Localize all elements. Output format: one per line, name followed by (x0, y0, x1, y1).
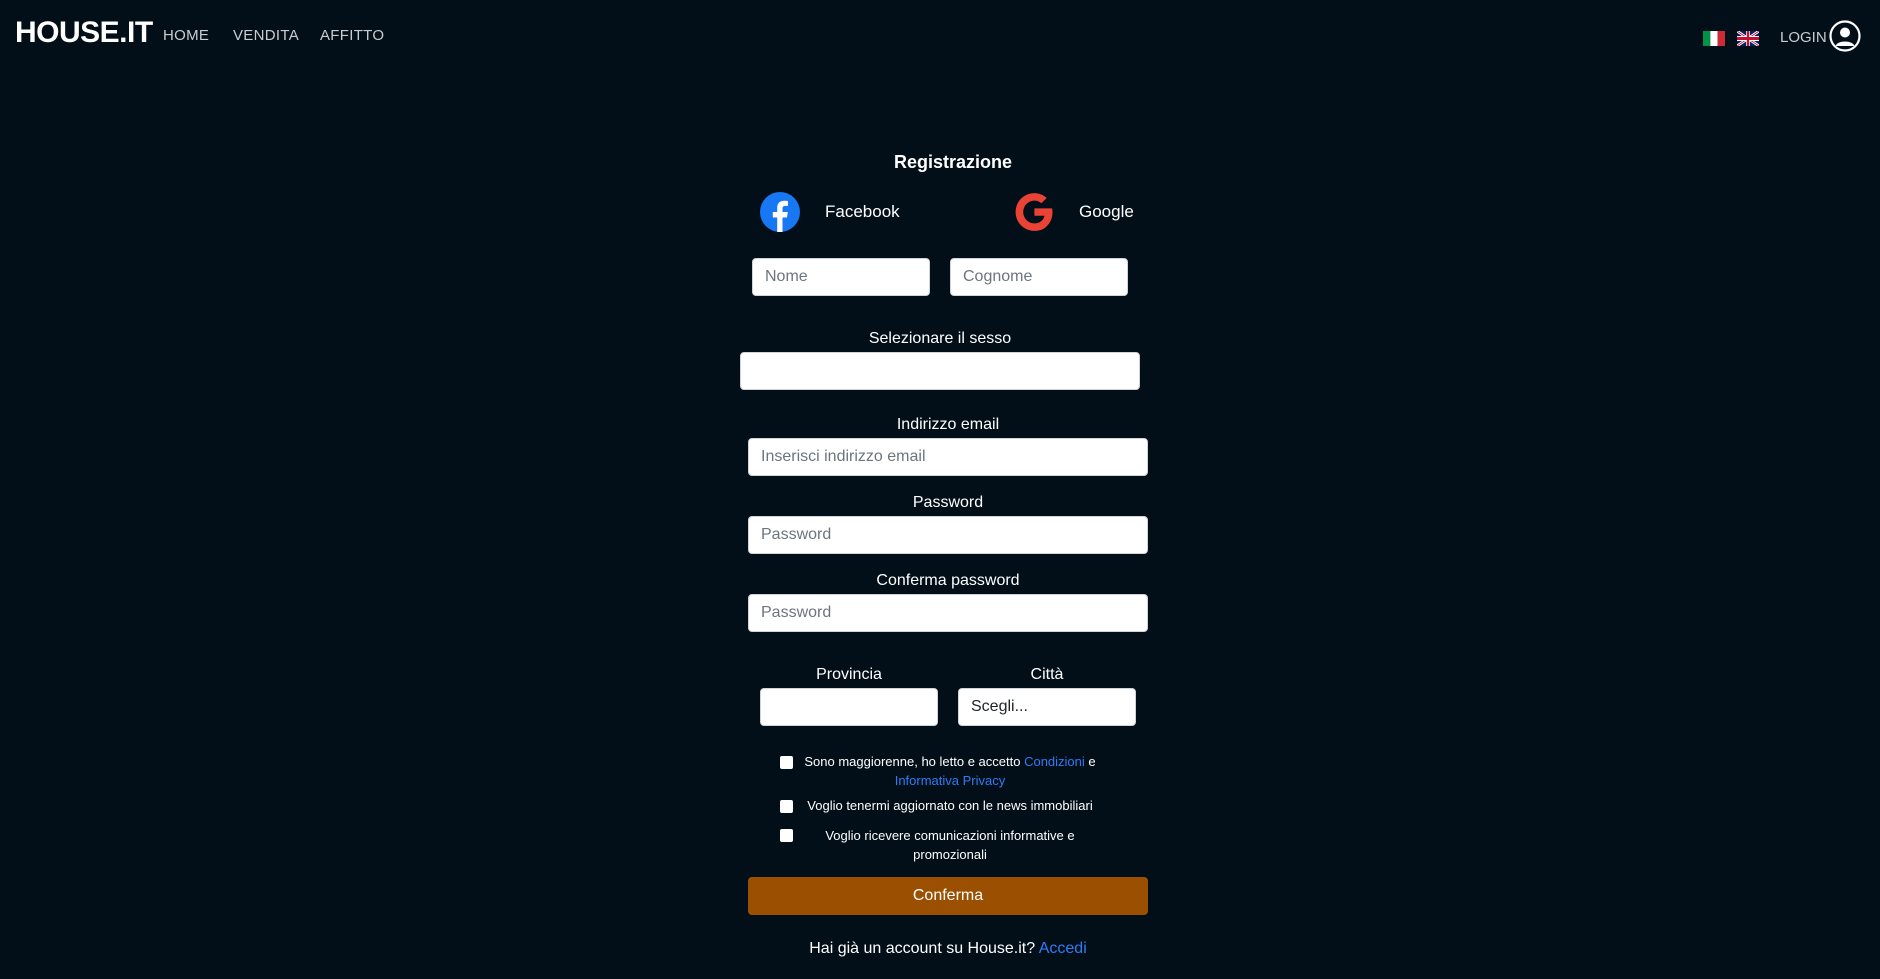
nome-input[interactable] (752, 258, 930, 296)
citta-label: Città (1030, 666, 1064, 683)
promo-label: Voglio ricevere comunicazioni informativ… (825, 828, 1075, 862)
terms-text: Sono maggiorenne, ho letto e accetto Con… (800, 752, 1100, 790)
news-checkbox[interactable] (780, 800, 793, 813)
google-icon (1015, 193, 1053, 231)
facebook-icon (760, 192, 800, 232)
citta-select[interactable]: Scegli... (958, 688, 1136, 726)
privacy-link[interactable]: Informativa Privacy (895, 773, 1006, 788)
login-prompt-text: Hai già un account su House.it? (809, 940, 1036, 957)
login-prompt: Hai già un account su House.it? Accedi (648, 940, 1248, 958)
terms-and: e (1088, 754, 1096, 769)
facebook-label: Facebook (825, 202, 900, 221)
google-login-button[interactable]: Google (1014, 192, 1134, 232)
terms-checkbox[interactable] (780, 756, 793, 769)
accedi-link[interactable]: Accedi (1039, 940, 1087, 957)
promo-checkbox[interactable] (780, 829, 793, 842)
confirm-button[interactable]: Conferma (748, 877, 1148, 915)
terms-label: Sono maggiorenne, ho letto e accetto (804, 754, 1021, 769)
email-input[interactable] (748, 438, 1148, 476)
google-label: Google (1079, 202, 1134, 221)
news-label: Voglio tenermi aggiornato con le news im… (807, 798, 1093, 813)
registration-form: Registrazione Facebook Google Selezionar… (0, 0, 1880, 979)
confirm-password-input[interactable] (748, 594, 1148, 632)
conditions-link[interactable]: Condizioni (1024, 754, 1085, 769)
facebook-login-button[interactable]: Facebook (760, 192, 900, 232)
sesso-label: Selezionare il sesso (868, 330, 1012, 347)
password-label: Password (912, 494, 984, 511)
cognome-input[interactable] (950, 258, 1128, 296)
email-label: Indirizzo email (896, 416, 1000, 433)
sesso-select[interactable] (740, 352, 1140, 390)
page-title: Registrazione (893, 152, 1013, 172)
provincia-select[interactable] (760, 688, 938, 726)
provincia-label: Provincia (816, 666, 882, 683)
password-input[interactable] (748, 516, 1148, 554)
confirm-password-label: Conferma password (876, 572, 1020, 589)
